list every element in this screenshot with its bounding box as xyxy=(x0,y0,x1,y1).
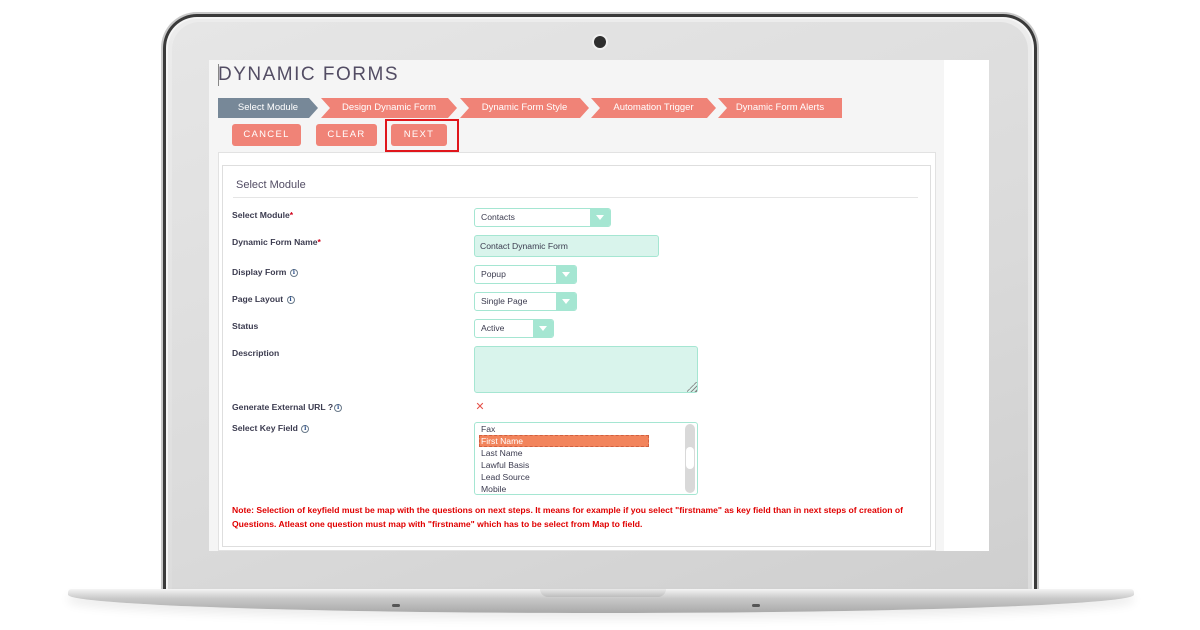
list-option[interactable]: Lawful Basis xyxy=(479,459,649,471)
label-text: Generate External URL ? xyxy=(232,402,334,412)
page-layout-dropdown[interactable]: Single Page xyxy=(474,292,577,311)
external-url-checkbox[interactable]: ✕ xyxy=(475,402,485,413)
keyfield-note: Note: Selection of keyfield must be map … xyxy=(232,505,903,529)
listbox-scrollbar[interactable] xyxy=(685,424,695,493)
select-module-dropdown[interactable]: Contacts xyxy=(474,208,611,227)
next-button-highlight xyxy=(385,119,459,152)
info-icon[interactable]: i xyxy=(334,403,343,412)
external-url-label: Generate External URL ? i xyxy=(232,402,343,412)
required-asterisk: * xyxy=(317,237,321,247)
page-title-text: DYNAMIC FORMS xyxy=(218,64,399,85)
step-dynamic-form-style[interactable]: Dynamic Form Style xyxy=(460,98,589,118)
display-form-dropdown[interactable]: Popup xyxy=(474,265,577,284)
label-text: Select Key Field xyxy=(232,423,298,433)
select-module-label: Select Module* xyxy=(232,210,293,220)
cancel-button[interactable]: CANCEL xyxy=(232,124,301,146)
step-dynamic-form-alerts[interactable]: Dynamic Form Alerts xyxy=(718,98,842,118)
laptop-base-dot xyxy=(392,604,400,607)
required-asterisk: * xyxy=(289,210,294,220)
laptop-base-dot xyxy=(752,604,760,607)
form-panel: Select Module Select Module* Contacts Dy… xyxy=(218,152,936,551)
label-text: Dynamic Form Name xyxy=(232,237,318,247)
description-textarea[interactable] xyxy=(474,346,698,393)
laptop-notch xyxy=(540,589,666,597)
list-option[interactable]: Mobile xyxy=(479,483,649,494)
label-text: Display Form xyxy=(232,267,287,277)
form-name-label: Dynamic Form Name* xyxy=(232,237,321,247)
chevron-down-icon[interactable] xyxy=(556,266,576,283)
list-option[interactable]: Fax xyxy=(479,423,649,435)
screen: DYNAMIC FORMS Select Module Design Dynam… xyxy=(209,60,989,551)
webcam-icon xyxy=(594,36,606,48)
form-name-input[interactable]: Contact Dynamic Form xyxy=(474,235,659,257)
description-label: Description xyxy=(232,348,280,358)
step-automation-trigger[interactable]: Automation Trigger xyxy=(591,98,716,118)
chevron-down-icon[interactable] xyxy=(590,209,610,226)
screen-right-blank xyxy=(944,60,989,551)
status-dropdown[interactable]: Active xyxy=(474,319,554,338)
label-text: Page Layout xyxy=(232,294,284,304)
display-form-value: Popup xyxy=(481,269,506,279)
select-module-value: Contacts xyxy=(481,212,515,222)
page-title: DYNAMIC FORMS xyxy=(218,64,399,86)
info-icon[interactable]: i xyxy=(289,268,298,277)
display-form-label: Display Form i xyxy=(232,267,298,277)
form-panel-inner: Select Module Select Module* Contacts Dy… xyxy=(222,165,931,547)
list-option-selected[interactable]: First Name xyxy=(479,435,649,447)
list-option[interactable]: Lead Source xyxy=(479,471,649,483)
page-layout-label: Page Layout i xyxy=(232,294,295,304)
clear-button[interactable]: CLEAR xyxy=(316,124,377,146)
divider xyxy=(233,197,918,198)
info-icon[interactable]: i xyxy=(286,295,295,304)
step-design-dynamic-form[interactable]: Design Dynamic Form xyxy=(321,98,457,118)
scrollbar-thumb[interactable] xyxy=(686,447,694,469)
chevron-down-icon[interactable] xyxy=(556,293,576,310)
label-text: Select Module xyxy=(232,210,290,220)
panel-title: Select Module xyxy=(236,179,306,191)
page-layout-value: Single Page xyxy=(481,296,528,306)
list-option[interactable]: Last Name xyxy=(479,447,649,459)
status-value: Active xyxy=(481,323,505,333)
status-label: Status xyxy=(232,321,259,331)
info-icon[interactable]: i xyxy=(301,424,310,433)
step-select-module[interactable]: Select Module xyxy=(218,98,318,118)
resize-handle-icon[interactable] xyxy=(687,382,697,392)
key-field-listbox[interactable]: Fax First Name Last Name Lawful Basis Le… xyxy=(474,422,698,495)
chevron-down-icon[interactable] xyxy=(533,320,553,337)
key-field-label: Select Key Field i xyxy=(232,423,310,433)
